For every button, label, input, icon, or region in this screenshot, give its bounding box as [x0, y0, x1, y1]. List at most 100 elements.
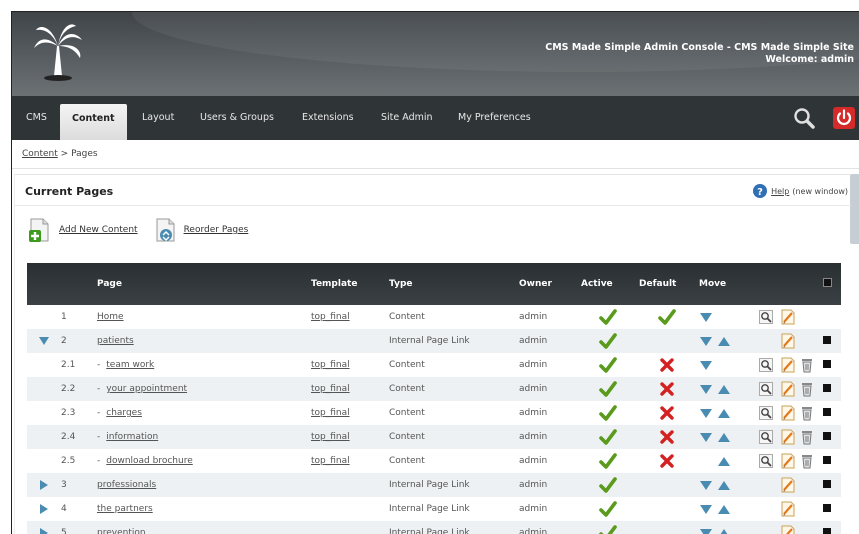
row-select-checkbox[interactable]: [823, 335, 831, 344]
cross-icon[interactable]: [660, 406, 674, 420]
move-up-icon[interactable]: [717, 431, 731, 443]
delete-trash-icon[interactable]: [801, 405, 813, 421]
breadcrumb-content-link[interactable]: Content: [22, 149, 58, 159]
move-up-icon[interactable]: [717, 527, 731, 534]
nav-users-groups[interactable]: Users & Groups: [200, 112, 274, 123]
logout-power-icon[interactable]: [832, 106, 856, 130]
check-icon[interactable]: [599, 381, 617, 397]
row-select-checkbox[interactable]: [823, 359, 831, 368]
check-icon[interactable]: [658, 309, 676, 325]
add-new-content-link[interactable]: Add New Content: [59, 225, 138, 235]
search-icon[interactable]: [792, 106, 816, 130]
check-icon[interactable]: [599, 333, 617, 349]
move-down-icon[interactable]: [699, 311, 713, 323]
row-select-checkbox[interactable]: [823, 383, 831, 392]
page-title-link[interactable]: download brochure: [106, 456, 193, 466]
check-icon[interactable]: [599, 525, 617, 534]
delete-trash-icon[interactable]: [801, 453, 813, 469]
reorder-pages-link[interactable]: Reorder Pages: [184, 225, 249, 235]
nav-extensions[interactable]: Extensions: [302, 112, 354, 123]
reorder-pages-action[interactable]: Reorder Pages: [152, 217, 249, 243]
row-select-checkbox[interactable]: [823, 503, 831, 512]
move-down-icon[interactable]: [699, 431, 713, 443]
template-link[interactable]: top_final: [311, 408, 350, 418]
cross-icon[interactable]: [660, 358, 674, 372]
row-select-checkbox[interactable]: [823, 479, 831, 488]
select-all-checkbox[interactable]: [823, 278, 832, 287]
cross-icon[interactable]: [660, 430, 674, 444]
add-page-icon[interactable]: [27, 217, 53, 243]
collapse-arrow-icon[interactable]: [38, 336, 50, 346]
edit-page-icon[interactable]: [781, 525, 795, 534]
page-title-link[interactable]: patients: [97, 336, 134, 346]
view-page-icon[interactable]: [759, 454, 773, 468]
move-up-icon[interactable]: [717, 503, 731, 515]
view-page-icon[interactable]: [759, 430, 773, 444]
edit-page-icon[interactable]: [781, 333, 795, 349]
edit-page-icon[interactable]: [781, 429, 795, 445]
edit-page-icon[interactable]: [781, 309, 795, 325]
view-page-icon[interactable]: [759, 382, 773, 396]
edit-page-icon[interactable]: [781, 477, 795, 493]
page-title-link[interactable]: the partners: [97, 504, 153, 514]
move-down-icon[interactable]: [699, 383, 713, 395]
template-link[interactable]: top_final: [311, 432, 350, 442]
check-icon[interactable]: [599, 477, 617, 493]
edit-page-icon[interactable]: [781, 405, 795, 421]
move-up-icon[interactable]: [717, 335, 731, 347]
cross-icon[interactable]: [660, 382, 674, 396]
expand-arrow-icon[interactable]: [39, 527, 49, 534]
page-scrollbar[interactable]: [850, 174, 859, 244]
move-down-icon[interactable]: [699, 503, 713, 515]
nav-layout[interactable]: Layout: [142, 112, 174, 123]
delete-trash-icon[interactable]: [801, 381, 813, 397]
template-link[interactable]: top_final: [311, 312, 350, 322]
move-down-icon[interactable]: [699, 407, 713, 419]
page-title-link[interactable]: charges: [106, 408, 142, 418]
page-title-link[interactable]: Home: [97, 312, 124, 322]
move-up-icon[interactable]: [717, 407, 731, 419]
page-title-link[interactable]: professionals: [97, 480, 156, 490]
reorder-pages-icon[interactable]: [152, 217, 178, 243]
delete-trash-icon[interactable]: [801, 357, 813, 373]
check-icon[interactable]: [599, 405, 617, 421]
move-down-icon[interactable]: [699, 527, 713, 534]
page-title-link[interactable]: prevention: [97, 528, 146, 534]
row-select-checkbox[interactable]: [823, 455, 831, 464]
edit-page-icon[interactable]: [781, 453, 795, 469]
check-icon[interactable]: [599, 357, 617, 373]
check-icon[interactable]: [599, 309, 617, 325]
move-up-icon[interactable]: [717, 383, 731, 395]
row-select-checkbox[interactable]: [823, 527, 831, 534]
nav-site-admin[interactable]: Site Admin: [381, 112, 433, 123]
move-up-icon[interactable]: [717, 479, 731, 491]
row-select-checkbox[interactable]: [823, 407, 831, 416]
page-title-link[interactable]: team work: [106, 360, 154, 370]
nav-cms[interactable]: CMS: [26, 112, 47, 123]
row-select-checkbox[interactable]: [823, 431, 831, 440]
move-down-icon[interactable]: [699, 359, 713, 371]
help-link[interactable]: Help: [771, 187, 789, 196]
page-title-link[interactable]: your appointment: [106, 384, 187, 394]
check-icon[interactable]: [599, 453, 617, 469]
view-page-icon[interactable]: [759, 406, 773, 420]
nav-my-preferences[interactable]: My Preferences: [458, 112, 531, 123]
move-down-icon[interactable]: [699, 479, 713, 491]
move-up-icon[interactable]: [717, 455, 731, 467]
edit-page-icon[interactable]: [781, 501, 795, 517]
check-icon[interactable]: [599, 429, 617, 445]
edit-page-icon[interactable]: [781, 357, 795, 373]
edit-page-icon[interactable]: [781, 381, 795, 397]
expand-arrow-icon[interactable]: [39, 503, 49, 515]
delete-trash-icon[interactable]: [801, 429, 813, 445]
nav-content[interactable]: Content: [60, 104, 127, 140]
view-page-icon[interactable]: [759, 358, 773, 372]
expand-arrow-icon[interactable]: [39, 479, 49, 491]
view-page-icon[interactable]: [759, 310, 773, 324]
check-icon[interactable]: [599, 501, 617, 517]
template-link[interactable]: top_final: [311, 360, 350, 370]
page-title-link[interactable]: information: [106, 432, 158, 442]
add-new-content-action[interactable]: Add New Content: [27, 217, 138, 243]
template-link[interactable]: top_final: [311, 384, 350, 394]
template-link[interactable]: top_final: [311, 456, 350, 466]
